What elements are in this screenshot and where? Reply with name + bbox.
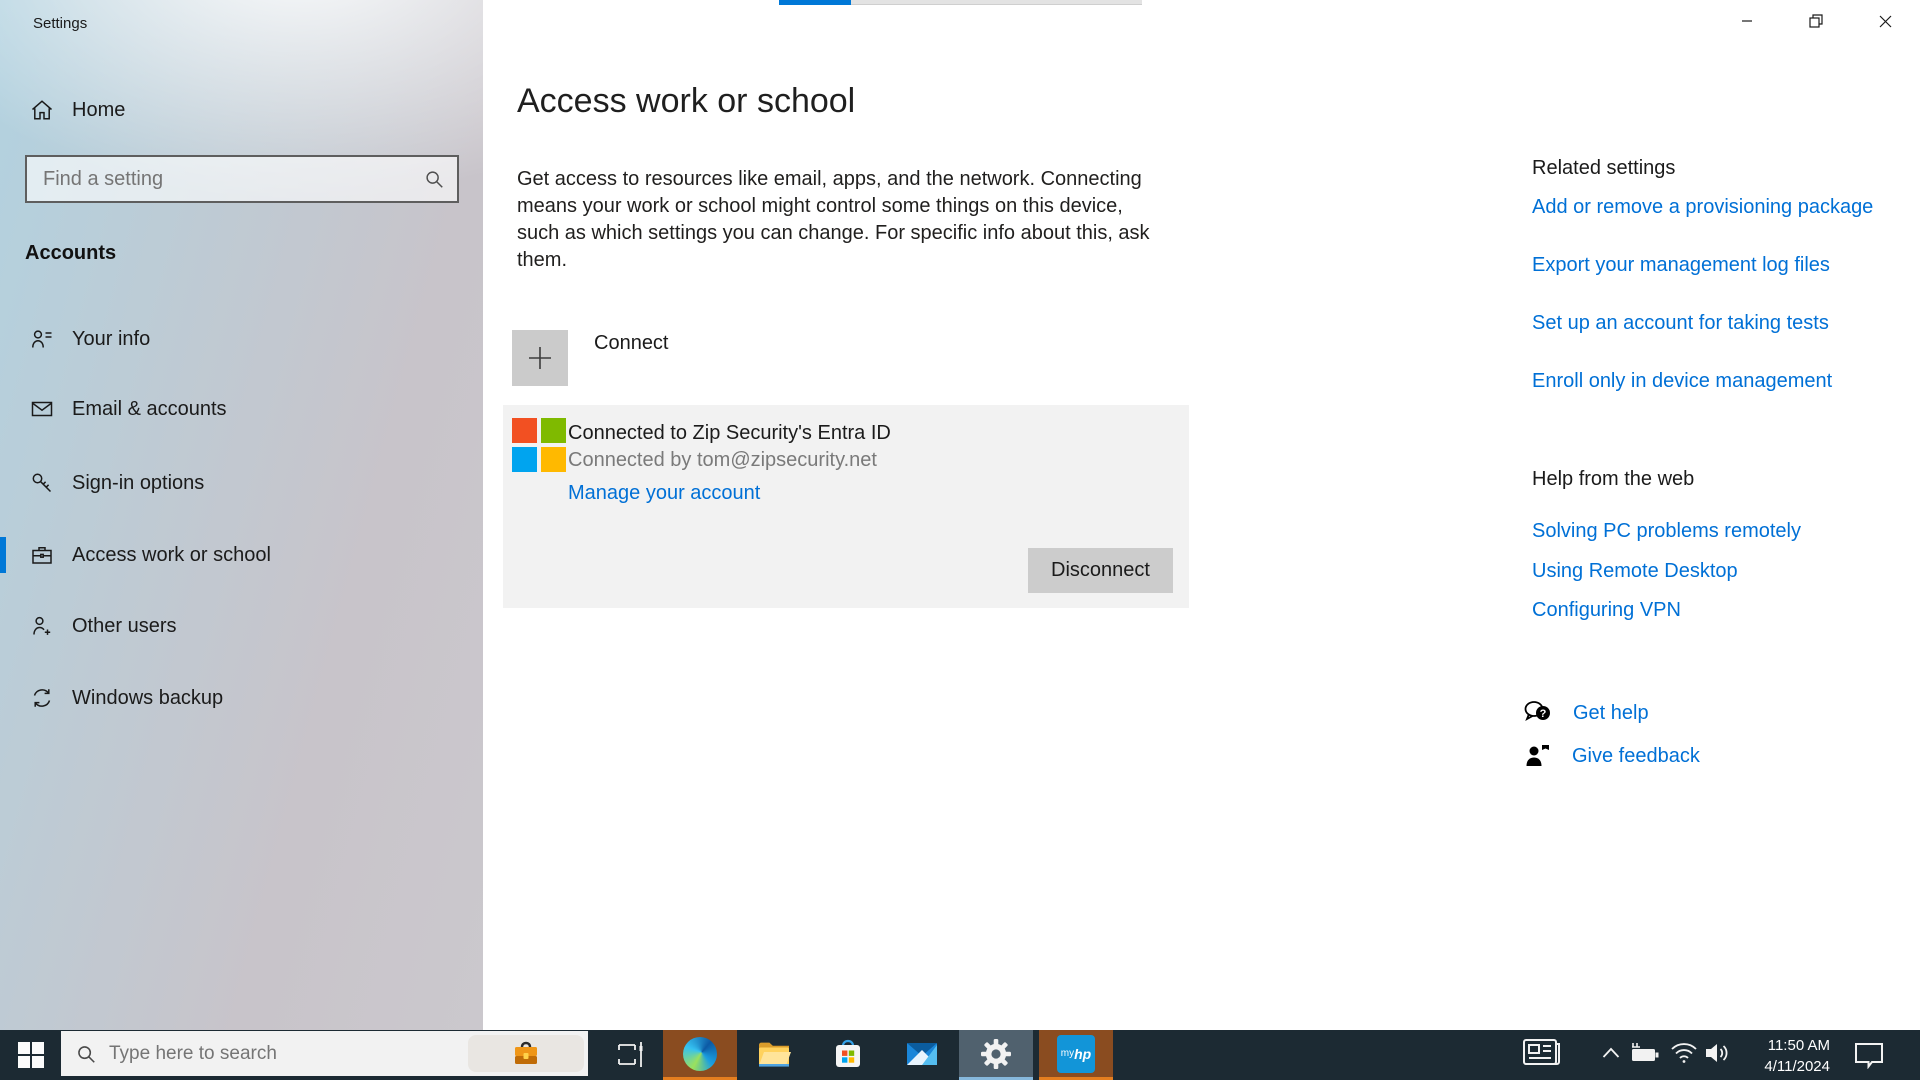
page-description: Get access to resources like email, apps… (517, 168, 1150, 271)
microsoft-logo-icon (512, 418, 566, 472)
sidebar-item-label: Home (72, 98, 126, 121)
search-icon (423, 168, 445, 190)
taskbar-app-settings[interactable] (959, 1030, 1033, 1077)
close-button[interactable] (1862, 0, 1908, 42)
link-export-logs[interactable]: Export your management log files (1532, 254, 1830, 277)
scroll-indicator-thumb (779, 0, 851, 5)
microsoft-store-icon (836, 1039, 860, 1067)
link-test-account[interactable]: Set up an account for taking tests (1532, 312, 1829, 335)
sidebar: Settings Home Accounts (0, 0, 483, 1030)
sidebar-item-label: Sign-in options (72, 471, 205, 494)
file-explorer-icon (759, 1042, 791, 1067)
link-solving-pc-problems[interactable]: Solving PC problems remotely (1532, 520, 1801, 543)
task-view-button[interactable] (606, 1030, 654, 1077)
link-provisioning-package[interactable]: Add or remove a provisioning package (1532, 196, 1873, 219)
action-center-icon[interactable] (1853, 1041, 1885, 1074)
mail-icon (907, 1042, 937, 1065)
sidebar-item-label: Email & accounts (72, 397, 227, 420)
taskbar-app-myhp[interactable]: my hp (1039, 1030, 1113, 1077)
give-feedback-link[interactable]: Give feedback (1524, 742, 1700, 770)
taskbar-app-microsoft-store[interactable] (811, 1030, 885, 1077)
myhp-icon: my hp (1057, 1034, 1095, 1073)
account-title: Connected to Zip Security's Entra ID (568, 422, 891, 444)
sidebar-item-label: Other users (72, 614, 177, 637)
briefcase-icon (30, 543, 54, 567)
sidebar-item-your-info[interactable]: Your info (0, 317, 483, 361)
restore-button[interactable] (1793, 0, 1839, 42)
briefcase-highlight-icon (515, 1041, 537, 1064)
settings-gear-icon (981, 1038, 1011, 1069)
give-feedback-icon (1524, 742, 1552, 770)
task-view-icon (618, 1041, 643, 1067)
sidebar-item-other-users[interactable]: Other users (0, 604, 483, 648)
disconnect-button[interactable]: Disconnect (1028, 548, 1173, 593)
window-title: Settings (33, 15, 88, 32)
taskbar-clock[interactable]: 11:50 AM 4/11/2024 (1726, 1035, 1830, 1077)
taskbar-search-box[interactable] (61, 1031, 588, 1076)
search-icon (75, 1043, 97, 1065)
link-configuring-vpn[interactable]: Configuring VPN (1532, 599, 1681, 622)
edge-icon (683, 1036, 717, 1071)
get-help-icon: ? (1523, 698, 1553, 728)
clock-time: 11:50 AM (1767, 1037, 1830, 1054)
sidebar-item-windows-backup[interactable]: Windows backup (0, 676, 483, 720)
scroll-indicator-track (851, 0, 1142, 5)
start-button-icon[interactable] (18, 1042, 44, 1068)
email-icon (30, 397, 54, 421)
accounts-section-header: Accounts (25, 242, 117, 264)
help-from-web-header: Help from the web (1532, 468, 1695, 490)
home-icon (30, 98, 54, 122)
link-remote-desktop[interactable]: Using Remote Desktop (1532, 560, 1738, 583)
svg-text:?: ? (1540, 708, 1547, 720)
connect-label: Connect (594, 332, 669, 354)
person-add-icon (30, 614, 54, 638)
news-widget-icon[interactable] (1521, 1036, 1563, 1073)
manage-account-link[interactable]: Manage your account (568, 482, 760, 505)
taskbar-app-mail[interactable] (885, 1030, 959, 1077)
disconnect-label: Disconnect (1051, 559, 1150, 581)
connect-button[interactable] (512, 330, 568, 386)
person-card-icon (30, 327, 54, 351)
account-connected-by: Connected by tom@zipsecurity.net (568, 449, 877, 471)
key-icon (30, 471, 54, 495)
page-title: Access work or school (517, 82, 856, 120)
battery-icon[interactable] (1630, 1041, 1660, 1070)
minimize-button[interactable] (1724, 0, 1770, 42)
sidebar-item-label: Your info (72, 327, 151, 350)
search-highlight-chip[interactable] (468, 1035, 584, 1072)
tray-chevron-up-icon[interactable] (1602, 1046, 1620, 1064)
connected-account-card: Connected to Zip Security's Entra ID Con… (503, 405, 1189, 608)
close-icon (1879, 15, 1891, 27)
sidebar-item-access-work-or-school[interactable]: Access work or school (0, 533, 483, 577)
sync-icon (30, 686, 54, 710)
taskbar-app-file-explorer[interactable] (737, 1030, 811, 1077)
link-device-management[interactable]: Enroll only in device management (1532, 370, 1832, 393)
find-setting-searchbox[interactable] (25, 155, 459, 203)
give-feedback-label: Give feedback (1572, 744, 1700, 767)
myhp-label-bold: hp (1074, 1045, 1092, 1062)
wifi-icon[interactable] (1670, 1042, 1698, 1069)
taskbar-app-edge[interactable] (663, 1030, 737, 1077)
selected-accent-bar (0, 537, 6, 573)
sidebar-item-label: Access work or school (72, 543, 271, 566)
sidebar-item-email-accounts[interactable]: Email & accounts (0, 387, 483, 431)
clock-date: 4/11/2024 (1764, 1058, 1830, 1075)
settings-window: Settings Home Accounts (0, 0, 1920, 1080)
sidebar-item-label: Windows backup (72, 686, 224, 709)
myhp-label-prefix: my (1060, 1048, 1075, 1059)
get-help-link[interactable]: ? Get help (1523, 698, 1649, 728)
sidebar-item-sign-in-options[interactable]: Sign-in options (0, 461, 483, 505)
plus-icon (529, 347, 551, 369)
get-help-label: Get help (1573, 701, 1649, 724)
sidebar-item-home[interactable]: Home (0, 88, 483, 132)
search-input[interactable] (27, 167, 423, 191)
restore-icon (1809, 14, 1823, 28)
related-settings-header: Related settings (1532, 157, 1676, 179)
